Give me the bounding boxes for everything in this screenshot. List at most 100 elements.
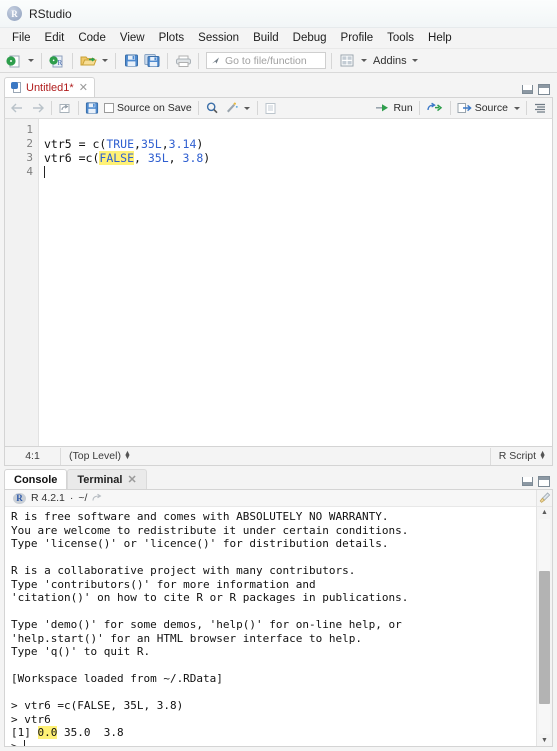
menu-help[interactable]: Help [421, 29, 459, 47]
working-directory-label: ~/ [78, 492, 88, 504]
addins-dropdown-icon[interactable] [410, 52, 421, 70]
svg-text:R: R [58, 59, 63, 67]
code-editor[interactable]: 1234 vtr5 = c(TRUE,35L,3.14) vtr6 =c(FALS… [4, 119, 553, 447]
source-pane: Untitled1* ✕ Source on Save Run Source 1… [0, 73, 557, 466]
save-icon[interactable] [121, 51, 141, 71]
source-on-save-checkbox[interactable]: Source on Save [102, 99, 194, 117]
maximize-icon[interactable] [538, 84, 550, 95]
scope-selector[interactable]: (Top Level) ▲ ▼ [61, 450, 131, 462]
menu-tools[interactable]: Tools [380, 29, 421, 47]
console-line: You are welcome to redistribute it under… [11, 523, 409, 537]
toolbar-divider [167, 52, 168, 69]
console-line: Type 'contributors()' for more informati… [11, 577, 316, 591]
console-tab-label: Console [14, 473, 58, 486]
menu-edit[interactable]: Edit [38, 29, 72, 47]
title-bar: R RStudio [0, 0, 557, 28]
rstudio-window: R RStudio File Edit Code View Plots Sess… [0, 0, 557, 751]
code-token: 3.14 [168, 137, 197, 151]
menu-build[interactable]: Build [246, 29, 286, 47]
menu-view[interactable]: View [113, 29, 152, 47]
goto-file-function-input[interactable]: Go to file/function [206, 52, 326, 69]
code-token: 35L [140, 137, 162, 151]
cursor-position: 4:1 [5, 447, 61, 465]
console-output[interactable]: R is free software and comes with ABSOLU… [5, 507, 536, 746]
save-icon[interactable] [83, 99, 101, 117]
menu-code[interactable]: Code [71, 29, 113, 47]
console-header: R R 4.2.1 · ~/ [5, 490, 536, 507]
menu-session[interactable]: Session [191, 29, 246, 47]
back-arrow-icon[interactable] [8, 99, 27, 117]
source-window-controls [522, 84, 553, 97]
toolbar-divider [41, 52, 42, 69]
chevron-updown-icon: ▲ ▼ [123, 450, 131, 461]
console-tab-bar: Console Terminal ✕ [4, 468, 553, 489]
result-index: [1] [11, 726, 38, 739]
new-file-dropdown-icon[interactable] [25, 52, 36, 70]
code-token: , [134, 137, 141, 151]
new-project-icon[interactable]: R [47, 51, 67, 71]
panes-dropdown-icon[interactable] [358, 52, 369, 70]
console-scrollbar-thumb[interactable] [539, 570, 550, 704]
open-folder-dropdown-icon[interactable] [99, 52, 110, 70]
console-line: Type 'demo()' for some demos, 'help()' f… [11, 618, 402, 631]
toolbar-divider [72, 52, 73, 69]
console-line: > vtr6 [11, 712, 51, 726]
search-icon[interactable] [203, 99, 221, 117]
menu-plots[interactable]: Plots [152, 29, 192, 47]
toolbar-divider [115, 52, 116, 69]
addins-label[interactable]: Addins [373, 55, 407, 67]
open-folder-icon[interactable] [78, 51, 98, 71]
tab-terminal[interactable]: Terminal ✕ [67, 469, 147, 489]
code-token: , [161, 137, 169, 151]
console-body: R R 4.2.1 · ~/ R is free software and co… [4, 489, 553, 747]
scroll-down-arrow-icon[interactable]: ▼ [541, 735, 548, 746]
code-tools-dropdown-icon[interactable] [242, 99, 253, 117]
tab-console[interactable]: Console [4, 469, 68, 489]
code-tools-icon[interactable] [222, 99, 241, 117]
grid-panes-icon[interactable] [337, 51, 357, 71]
source-tab-untitled1[interactable]: Untitled1* ✕ [4, 77, 95, 97]
toolbar-divider [418, 101, 420, 115]
menu-profile[interactable]: Profile [334, 29, 381, 47]
scroll-up-arrow-icon[interactable]: ▲ [541, 507, 548, 518]
toolbar-divider [198, 52, 199, 69]
rerun-icon[interactable] [424, 99, 446, 117]
run-button[interactable]: Run [373, 99, 414, 117]
file-type-label: R Script [498, 450, 537, 462]
editor-toolbar: Source on Save Run Source [4, 97, 553, 119]
maximize-icon[interactable] [538, 476, 550, 487]
minimize-icon[interactable] [522, 85, 533, 94]
toolbar-divider [449, 101, 451, 115]
code-line [44, 165, 552, 179]
line-number: 1 [26, 123, 33, 136]
text-cursor [44, 166, 45, 178]
console-scrollbar-track[interactable] [539, 519, 550, 734]
broom-clear-console-icon[interactable] [537, 490, 552, 507]
forward-arrow-icon[interactable] [28, 99, 47, 117]
toolbar-divider [51, 101, 52, 115]
console-window-controls [522, 476, 553, 489]
print-icon[interactable] [173, 51, 193, 71]
line-number: 4 [26, 165, 33, 178]
console-prompt: > [11, 739, 25, 747]
menu-debug[interactable]: Debug [286, 29, 334, 47]
code-content[interactable]: vtr5 = c(TRUE,35L,3.14) vtr6 =c(FALSE, 35… [39, 119, 552, 446]
source-dropdown-icon[interactable] [511, 99, 522, 117]
source-button[interactable]: Source [455, 99, 510, 117]
minimize-icon[interactable] [522, 477, 533, 486]
new-file-icon[interactable] [4, 51, 24, 71]
compile-report-icon[interactable] [262, 99, 280, 117]
code-token: TRUE [106, 137, 135, 151]
r-script-doc-icon [11, 81, 22, 94]
file-type-selector[interactable]: R Script ▲ ▼ [489, 447, 552, 465]
document-outline-icon[interactable] [531, 99, 549, 117]
show-in-new-window-icon[interactable] [56, 99, 74, 117]
line-number: 2 [26, 137, 33, 150]
console-prompt-line[interactable]: > [11, 739, 536, 747]
close-icon[interactable]: ✕ [126, 473, 136, 486]
menu-bar: File Edit Code View Plots Session Build … [0, 28, 557, 49]
save-all-icon[interactable] [142, 51, 162, 71]
close-icon[interactable]: ✕ [78, 81, 88, 94]
menu-file[interactable]: File [5, 29, 38, 47]
console-result-line: [1] 0.0 35.0 3.8 [11, 726, 536, 740]
